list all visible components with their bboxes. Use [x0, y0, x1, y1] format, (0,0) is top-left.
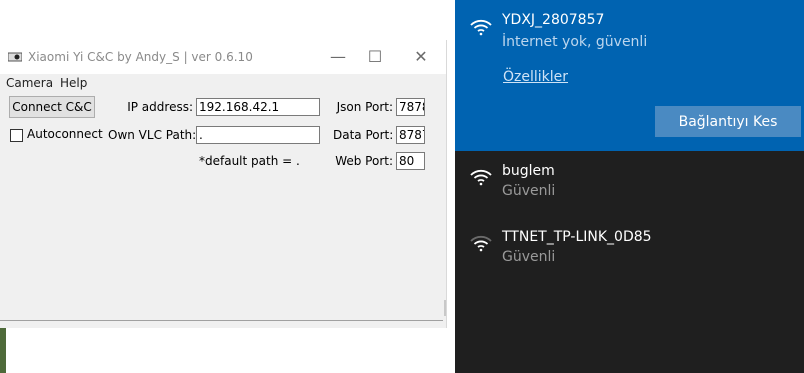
- resize-grip[interactable]: [444, 300, 446, 316]
- window-title: Xiaomi Yi C&C by Andy_S | ver 0.6.10: [28, 50, 253, 64]
- wifi-flyout: YDXJ_2807857 İnternet yok, güvenli Özell…: [455, 0, 804, 373]
- web-port-label: Web Port:: [335, 154, 393, 168]
- active-network-name: YDXJ_2807857: [502, 12, 605, 28]
- json-port-label: Json Port:: [336, 100, 393, 114]
- title-bar: Xiaomi Yi C&C by Andy_S | ver 0.6.10 — ☐…: [0, 40, 446, 74]
- maximize-button[interactable]: ☐: [362, 46, 388, 68]
- app-icon: [8, 52, 22, 62]
- web-port-input[interactable]: 80: [396, 152, 425, 170]
- network-status: Güvenli: [502, 183, 556, 199]
- menu-camera[interactable]: Camera: [6, 76, 53, 90]
- network-name: TTNET_TP-LINK_0D85: [502, 229, 652, 245]
- minimize-button[interactable]: —: [325, 46, 351, 68]
- data-port-input[interactable]: 8787: [396, 126, 425, 144]
- active-network-status: İnternet yok, güvenli: [502, 34, 648, 50]
- wifi-signal-icon: [470, 19, 492, 36]
- desktop-strip: [0, 327, 6, 373]
- network-status: Güvenli: [502, 249, 556, 265]
- connect-button[interactable]: Connect C&C: [9, 96, 95, 118]
- network-name: buglem: [502, 163, 555, 179]
- menu-bar: Camera Help: [0, 74, 446, 94]
- app-window: Xiaomi Yi C&C by Andy_S | ver 0.6.10 — ☐…: [0, 40, 447, 328]
- autoconnect-label: Autoconnect: [27, 127, 103, 141]
- wifi-signal-icon: [470, 235, 492, 252]
- active-network-panel[interactable]: YDXJ_2807857 İnternet yok, güvenli Özell…: [455, 0, 804, 151]
- close-button[interactable]: ✕: [408, 46, 434, 68]
- menu-help[interactable]: Help: [60, 76, 87, 90]
- json-port-input[interactable]: 7878: [396, 98, 425, 116]
- properties-link[interactable]: Özellikler: [503, 69, 568, 85]
- ip-address-label: IP address:: [127, 100, 193, 114]
- vlc-path-input[interactable]: .: [196, 126, 320, 144]
- data-port-label: Data Port:: [333, 128, 394, 142]
- vlc-path-label: Own VLC Path:: [108, 128, 197, 142]
- default-path-hint: *default path = .: [199, 154, 300, 168]
- ip-address-input[interactable]: 192.168.42.1: [196, 98, 320, 116]
- autoconnect-checkbox[interactable]: [10, 129, 23, 142]
- wifi-signal-icon: [470, 169, 492, 186]
- disconnect-button[interactable]: Bağlantıyı Kes: [655, 106, 801, 137]
- status-divider: [0, 320, 443, 321]
